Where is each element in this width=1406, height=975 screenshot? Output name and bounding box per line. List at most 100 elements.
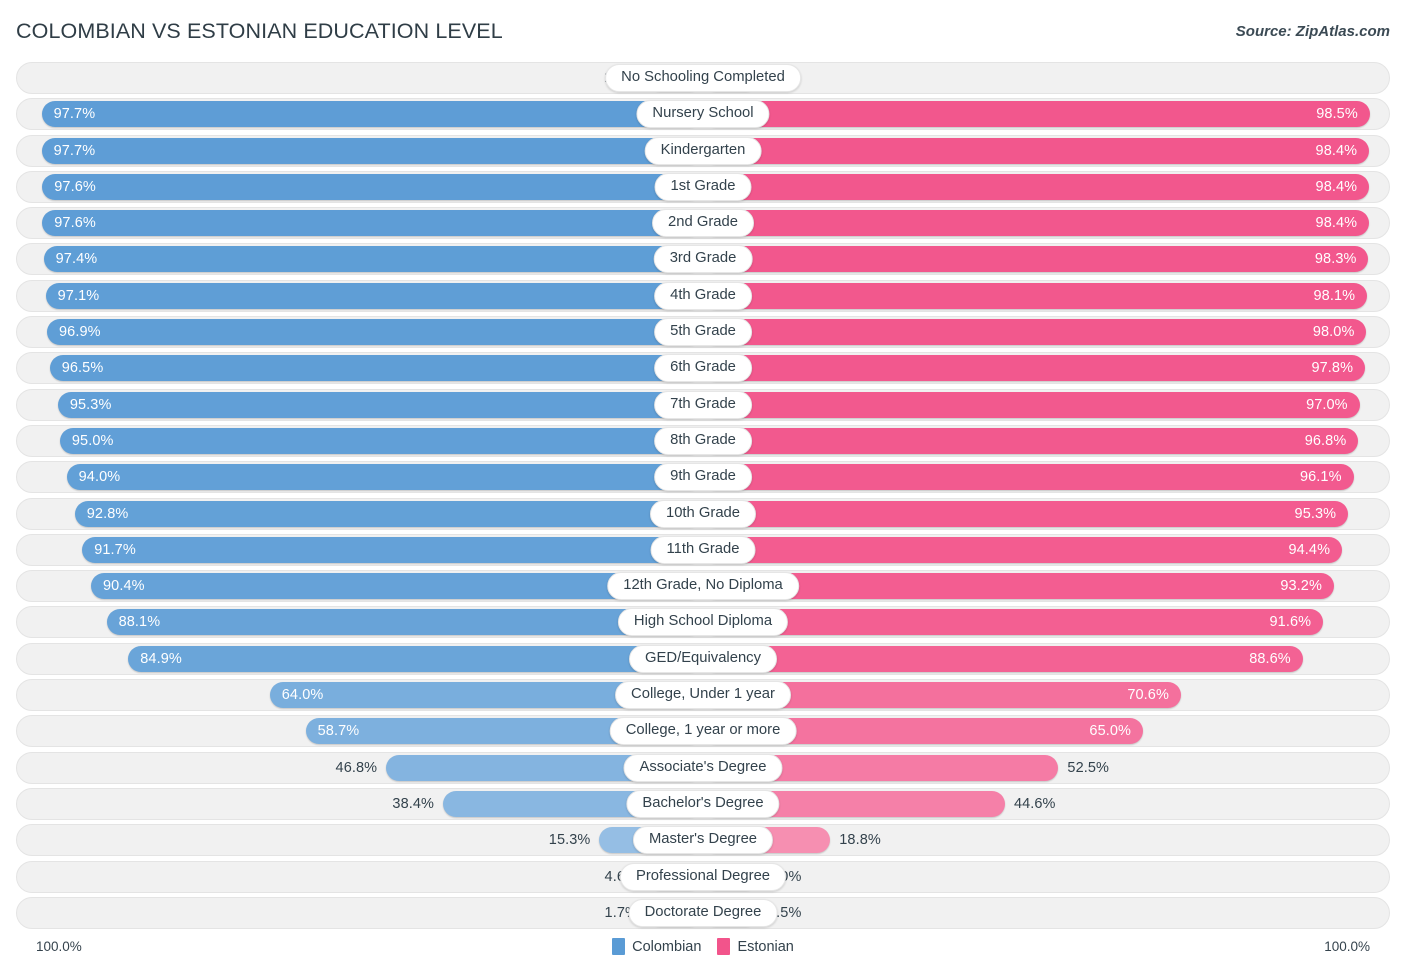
- bar-estonian[interactable]: 96.1%: [703, 464, 1354, 490]
- bar-colombian[interactable]: 95.0%: [60, 428, 703, 454]
- chart-rows-container: 2.3%1.6%No Schooling Completed 97.7% 98.5%…: [0, 62, 1406, 935]
- row-category-label: Bachelor's Degree: [626, 790, 779, 818]
- bar-colombian[interactable]: 91.7%: [82, 537, 703, 563]
- row-half-colombian: 94.0%: [26, 464, 703, 490]
- bar-value-estonian: 70.6%: [1127, 687, 1169, 703]
- row-category-label: 7th Grade: [654, 391, 752, 419]
- row-half-estonian: 95.3%: [703, 501, 1380, 527]
- bar-value-estonian: 98.0%: [1313, 324, 1355, 340]
- bar-estonian[interactable]: 97.0%: [703, 392, 1360, 418]
- bar-value-estonian-outside: 52.5%: [1058, 760, 1118, 776]
- bar-value-estonian: 88.6%: [1249, 651, 1291, 667]
- row-half-colombian: 95.0%: [26, 428, 703, 454]
- row-half-estonian: 70.6%: [703, 682, 1380, 708]
- row-half-colombian: 38.4%: [26, 791, 703, 817]
- bar-estonian[interactable]: 98.0%: [703, 319, 1366, 345]
- chart-row: 95.3%97.0%7th Grade: [16, 389, 1390, 421]
- chart-row: 84.9% 88.6% GED/Equivalency: [16, 643, 1390, 675]
- bar-value-estonian: 98.1%: [1314, 288, 1356, 304]
- bar-estonian[interactable]: 98.1%: [703, 283, 1367, 309]
- row-half-colombian: 58.7%: [26, 718, 703, 744]
- row-category-label: 3rd Grade: [654, 245, 753, 273]
- row-category-label: GED/Equivalency: [629, 645, 777, 673]
- bar-value-estonian: 98.5%: [1316, 106, 1358, 122]
- chart-row: 97.4%98.3%3rd Grade: [16, 243, 1390, 275]
- bar-estonian[interactable]: 98.4%: [703, 210, 1369, 236]
- bar-colombian[interactable]: 96.9%: [47, 319, 703, 345]
- row-category-label: Doctorate Degree: [629, 899, 778, 927]
- row-category-label: 4th Grade: [654, 282, 752, 310]
- row-half-estonian: 6.0%: [703, 864, 1380, 890]
- legend-item-colombian[interactable]: Colombian: [612, 938, 701, 955]
- bar-estonian[interactable]: 97.8%: [703, 355, 1365, 381]
- chart-header: COLOMBIAN VS ESTONIAN EDUCATION LEVEL So…: [0, 0, 1406, 62]
- row-half-colombian: 92.8%: [26, 501, 703, 527]
- bar-estonian[interactable]: 94.4%: [703, 537, 1342, 563]
- bar-value-colombian: 97.7%: [54, 143, 96, 159]
- row-category-label: Nursery School: [636, 100, 769, 128]
- bar-colombian[interactable]: 84.9%: [128, 646, 703, 672]
- row-category-label: Kindergarten: [645, 137, 762, 165]
- bar-colombian[interactable]: 94.0%: [67, 464, 703, 490]
- bar-estonian[interactable]: 98.4%: [703, 174, 1369, 200]
- bar-value-estonian: 96.8%: [1305, 433, 1347, 449]
- row-half-estonian: 98.4%: [703, 174, 1380, 200]
- bar-colombian[interactable]: 88.1%: [107, 609, 703, 635]
- bar-value-estonian: 93.2%: [1280, 578, 1322, 594]
- bar-colombian[interactable]: 97.7%: [42, 138, 703, 164]
- chart-row: 97.7% 98.5% Nursery School: [16, 98, 1390, 130]
- axis-end-right: 100.0%: [1324, 935, 1370, 954]
- chart-row: 94.0%96.1%9th Grade: [16, 461, 1390, 493]
- bar-value-estonian: 95.3%: [1295, 506, 1337, 522]
- row-category-label: 1st Grade: [655, 173, 752, 201]
- chart-footer: 100.0% Colombian Estonian 100.0%: [0, 935, 1406, 975]
- row-half-estonian: 93.2%: [703, 573, 1380, 599]
- chart-row: 96.5%97.8%6th Grade: [16, 352, 1390, 384]
- bar-colombian[interactable]: 97.1%: [46, 283, 703, 309]
- bar-colombian[interactable]: 97.6%: [42, 210, 703, 236]
- chart-row: 2.3%1.6%No Schooling Completed: [16, 62, 1390, 94]
- row-category-label: 6th Grade: [654, 354, 752, 382]
- row-category-label: 9th Grade: [654, 463, 752, 491]
- row-half-colombian: 46.8%: [26, 755, 703, 781]
- bar-value-estonian: 98.4%: [1316, 215, 1358, 231]
- bar-estonian[interactable]: 98.3%: [703, 246, 1368, 272]
- bar-value-estonian: 98.4%: [1316, 143, 1358, 159]
- chart-row: 1.7%2.5%Doctorate Degree: [16, 897, 1390, 929]
- bar-colombian[interactable]: 95.3%: [58, 392, 703, 418]
- legend-label-colombian: Colombian: [632, 939, 701, 955]
- bar-value-colombian: 97.1%: [58, 288, 100, 304]
- row-category-label: College, 1 year or more: [610, 717, 797, 745]
- bar-estonian[interactable]: 96.8%: [703, 428, 1358, 454]
- bar-estonian[interactable]: 91.6%: [703, 609, 1323, 635]
- bar-value-colombian: 97.6%: [54, 215, 96, 231]
- row-half-colombian: 96.5%: [26, 355, 703, 381]
- bar-colombian[interactable]: 92.8%: [75, 501, 703, 527]
- row-category-label: College, Under 1 year: [615, 681, 791, 709]
- bar-value-colombian: 97.7%: [54, 106, 96, 122]
- bar-colombian[interactable]: 96.5%: [50, 355, 703, 381]
- row-half-estonian: 2.5%: [703, 900, 1380, 926]
- bar-value-colombian: 91.7%: [94, 542, 136, 558]
- bar-estonian[interactable]: 88.6%: [703, 646, 1303, 672]
- row-half-colombian: 96.9%: [26, 319, 703, 345]
- bar-colombian[interactable]: 97.7%: [42, 101, 703, 127]
- bar-value-estonian: 65.0%: [1089, 723, 1131, 739]
- chart-page: COLOMBIAN VS ESTONIAN EDUCATION LEVEL So…: [0, 0, 1406, 975]
- bar-colombian[interactable]: 97.4%: [44, 246, 703, 272]
- bar-estonian[interactable]: 98.5%: [703, 101, 1370, 127]
- legend-item-estonian[interactable]: Estonian: [717, 938, 793, 955]
- source-attribution: Source: ZipAtlas.com: [1236, 23, 1390, 40]
- bar-colombian[interactable]: 97.6%: [42, 174, 703, 200]
- row-half-estonian: 52.5%: [703, 755, 1380, 781]
- row-half-estonian: 96.1%: [703, 464, 1380, 490]
- chart-row: 46.8%52.5%Associate's Degree: [16, 752, 1390, 784]
- bar-estonian[interactable]: 95.3%: [703, 501, 1348, 527]
- row-half-colombian: 15.3%: [26, 827, 703, 853]
- row-category-label: No Schooling Completed: [605, 64, 801, 92]
- row-category-label: 8th Grade: [654, 427, 752, 455]
- row-half-estonian: 96.8%: [703, 428, 1380, 454]
- row-category-label: Master's Degree: [633, 826, 773, 854]
- row-half-colombian: 97.1%: [26, 283, 703, 309]
- bar-estonian[interactable]: 98.4%: [703, 138, 1369, 164]
